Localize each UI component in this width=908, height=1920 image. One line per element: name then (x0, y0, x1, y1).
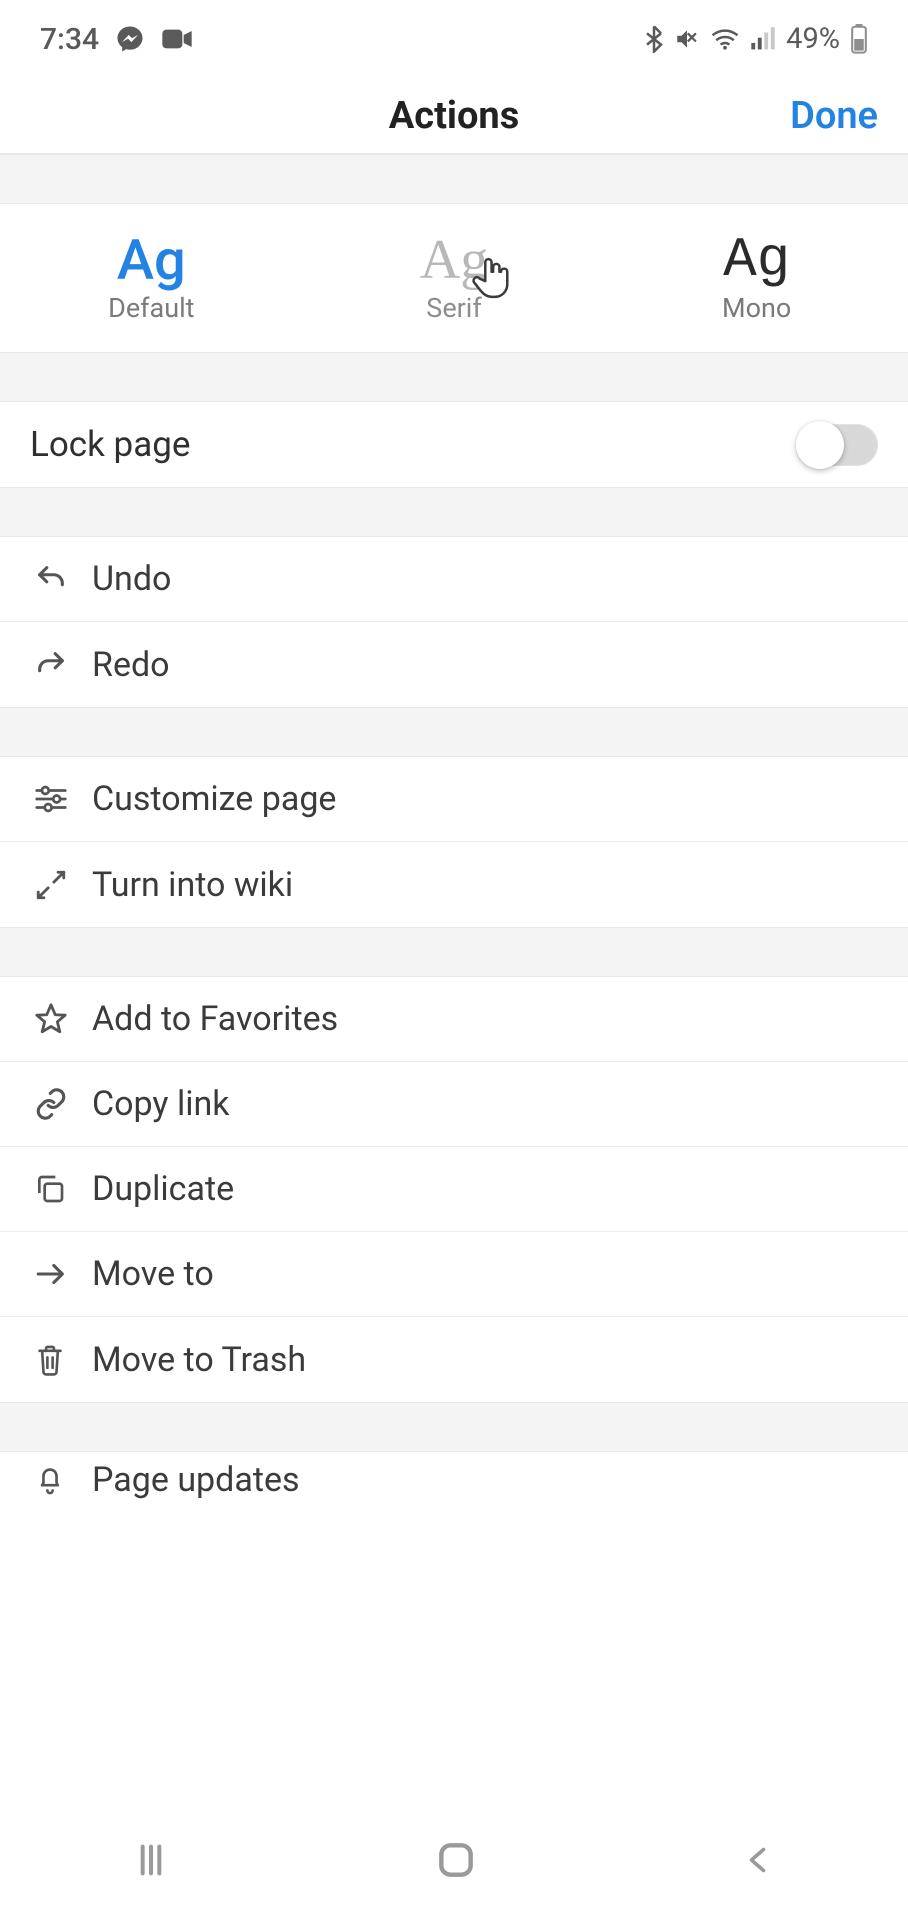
recent-apps-button[interactable] (131, 1840, 171, 1880)
turn-into-wiki-label: Turn into wiki (92, 865, 874, 905)
font-option-default[interactable]: Ag Default (0, 204, 303, 352)
move-to-row[interactable]: Move to (0, 1232, 908, 1317)
mute-icon (674, 26, 700, 52)
status-time: 7:34 (40, 22, 99, 57)
move-to-label: Move to (92, 1254, 874, 1294)
page-updates-label: Page updates (92, 1460, 874, 1500)
customize-page-label: Customize page (92, 779, 874, 819)
font-option-serif[interactable]: Ag Serif (303, 204, 606, 352)
undo-row[interactable]: Undo (0, 537, 908, 622)
redo-icon (34, 648, 92, 682)
gap (0, 707, 908, 757)
trash-icon (34, 1343, 92, 1377)
bluetooth-icon (644, 25, 664, 53)
home-button[interactable] (434, 1838, 478, 1882)
star-icon (34, 1002, 92, 1036)
undo-icon (34, 562, 92, 596)
font-sample-default: Ag (117, 232, 186, 288)
font-sample-mono: Ag (723, 232, 790, 288)
move-to-trash-label: Move to Trash (92, 1340, 874, 1380)
wifi-icon (710, 27, 740, 51)
signal-icon (750, 27, 776, 51)
page-title: Actions (389, 94, 520, 138)
customize-page-row[interactable]: Customize page (0, 757, 908, 842)
back-button[interactable] (741, 1840, 777, 1880)
duplicate-label: Duplicate (92, 1169, 874, 1209)
font-picker: Ag Default Ag Serif Ag Mono (0, 204, 908, 352)
arrow-right-icon (34, 1259, 92, 1289)
copy-link-label: Copy link (92, 1084, 874, 1124)
undo-label: Undo (92, 559, 874, 599)
sliders-icon (34, 784, 92, 814)
battery-icon (850, 24, 868, 54)
done-button[interactable]: Done (790, 94, 878, 138)
bell-icon (34, 1463, 92, 1497)
copy-link-row[interactable]: Copy link (0, 1062, 908, 1147)
duplicate-row[interactable]: Duplicate (0, 1147, 908, 1232)
gap (0, 154, 908, 204)
gap (0, 927, 908, 977)
status-battery-pct: 49% (786, 22, 840, 56)
redo-label: Redo (92, 645, 874, 685)
status-bar: 7:34 49% (0, 0, 908, 78)
android-nav-bar (0, 1800, 908, 1920)
gap (0, 352, 908, 402)
add-to-favorites-label: Add to Favorites (92, 999, 874, 1039)
cursor-hand-icon (470, 256, 510, 304)
move-to-trash-row[interactable]: Move to Trash (0, 1317, 908, 1402)
wiki-icon (34, 868, 92, 902)
gap (0, 487, 908, 537)
actions-header: Actions Done (0, 78, 908, 154)
link-icon (34, 1087, 92, 1121)
add-to-favorites-row[interactable]: Add to Favorites (0, 977, 908, 1062)
lock-page-row: Lock page (0, 402, 908, 487)
camera-icon (161, 27, 193, 51)
messenger-icon (115, 24, 145, 54)
font-label-default: Default (108, 292, 194, 324)
turn-into-wiki-row[interactable]: Turn into wiki (0, 842, 908, 927)
lock-page-toggle[interactable] (800, 424, 878, 466)
page-updates-row[interactable]: Page updates (0, 1452, 908, 1508)
duplicate-icon (34, 1173, 92, 1205)
lock-page-label: Lock page (30, 424, 190, 465)
gap (0, 1402, 908, 1452)
font-option-mono[interactable]: Ag Mono (605, 204, 908, 352)
font-label-mono: Mono (722, 292, 791, 324)
redo-row[interactable]: Redo (0, 622, 908, 707)
